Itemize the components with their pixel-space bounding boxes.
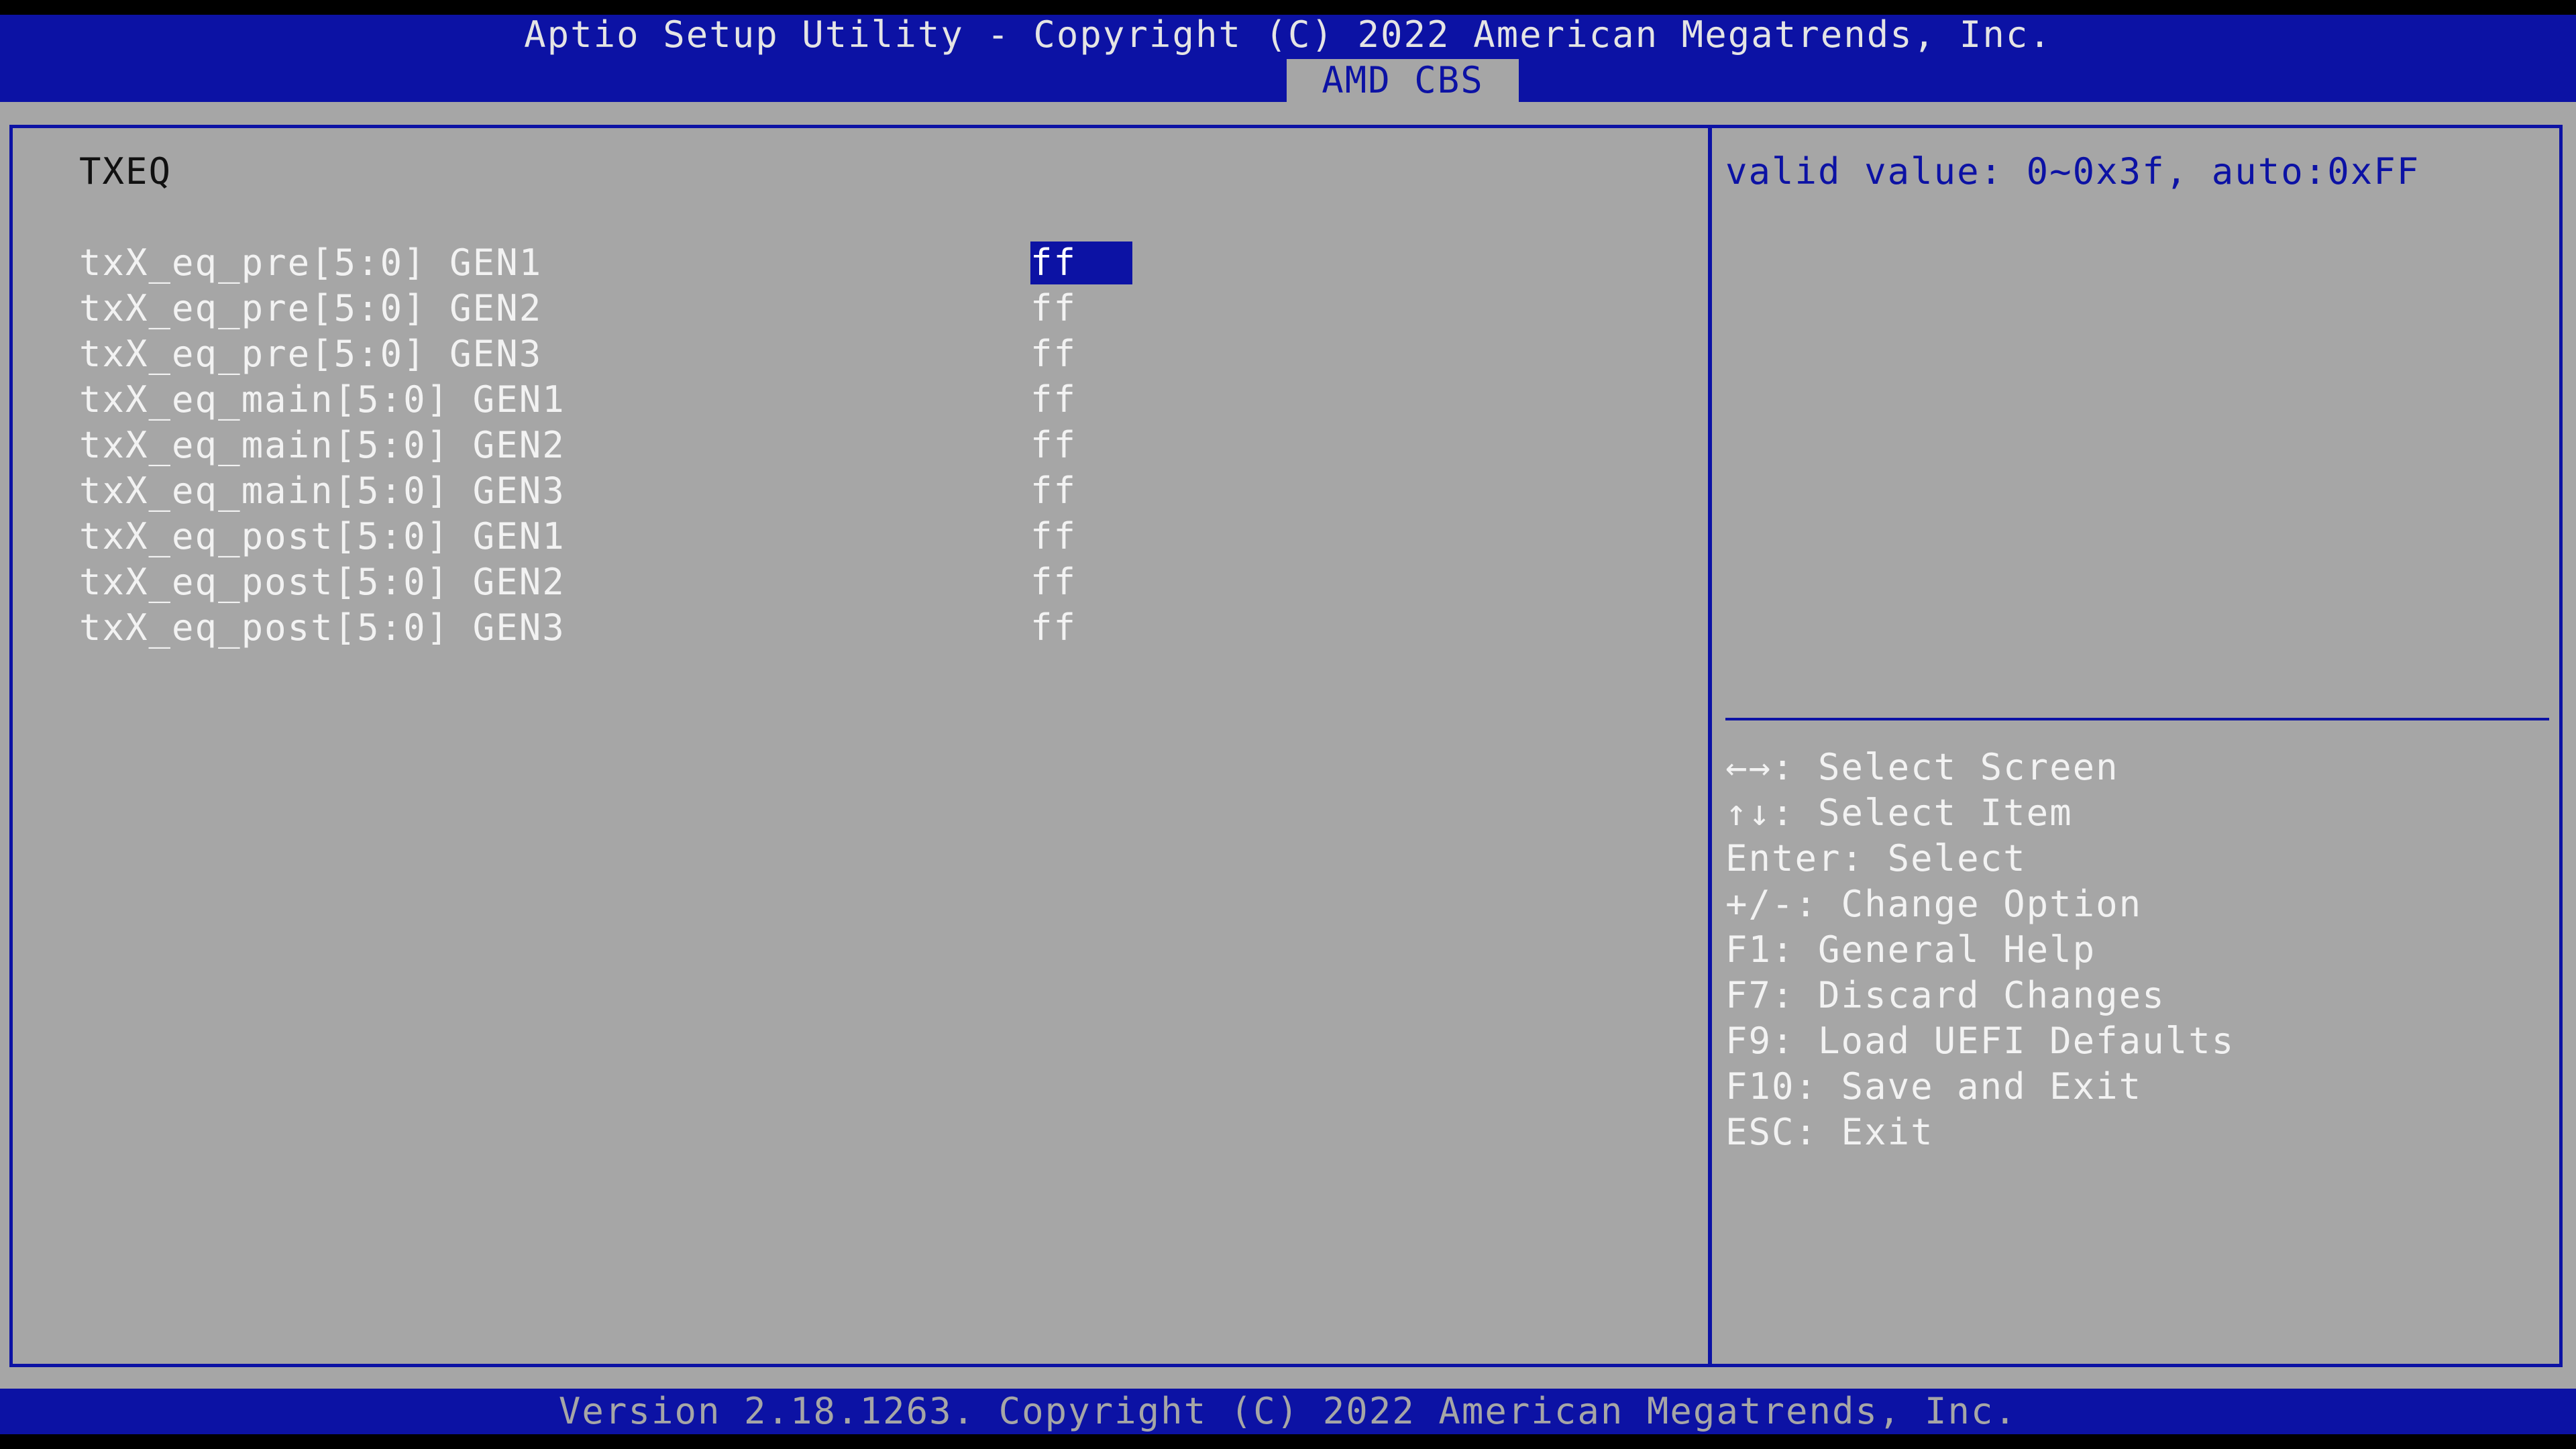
setting-label-eq-post-gen3[interactable]: txX_eq_post[5:0] GEN3: [79, 609, 566, 647]
key-hint-enter: Enter: Select: [1725, 837, 2027, 879]
tab-amd-cbs[interactable]: AMD CBS: [1287, 59, 1519, 102]
setting-value-eq-main-gen1[interactable]: ff: [1030, 378, 1132, 421]
section-title: TXEQ: [79, 150, 172, 193]
setting-label-eq-pre-gen2[interactable]: txX_eq_pre[5:0] GEN2: [79, 290, 542, 327]
setting-value-eq-main-gen2[interactable]: ff: [1030, 424, 1132, 467]
setting-value-eq-main-gen3[interactable]: ff: [1030, 470, 1132, 513]
setting-value-eq-post-gen1[interactable]: ff: [1030, 515, 1132, 558]
panel-divider: [1708, 125, 1712, 1367]
setting-label-eq-main-gen1[interactable]: txX_eq_main[5:0] GEN1: [79, 381, 566, 419]
key-hint-save-exit: F10: Save and Exit: [1725, 1065, 2143, 1108]
key-hint-select-screen: ←→: Select Screen: [1725, 746, 2119, 788]
setting-label-eq-pre-gen3[interactable]: txX_eq_pre[5:0] GEN3: [79, 335, 542, 373]
key-hint-discard-changes: F7: Discard Changes: [1725, 974, 2165, 1016]
setting-label-eq-post-gen2[interactable]: txX_eq_post[5:0] GEN2: [79, 564, 566, 601]
app-title: Aptio Setup Utility - Copyright (C) 2022…: [524, 13, 2052, 56]
setting-value-eq-post-gen2[interactable]: ff: [1030, 561, 1132, 604]
setting-value-eq-post-gen3[interactable]: ff: [1030, 606, 1132, 649]
setting-label-eq-main-gen3[interactable]: txX_eq_main[5:0] GEN3: [79, 472, 566, 510]
key-hint-change-option: +/-: Change Option: [1725, 883, 2143, 925]
setting-label-eq-post-gen1[interactable]: txX_eq_post[5:0] GEN1: [79, 518, 566, 555]
help-divider: [1725, 718, 2549, 720]
setting-label-eq-main-gen2[interactable]: txX_eq_main[5:0] GEN2: [79, 427, 566, 464]
setting-label-eq-pre-gen1[interactable]: txX_eq_pre[5:0] GEN1: [79, 244, 542, 282]
setting-value-eq-pre-gen2[interactable]: ff: [1030, 287, 1132, 330]
setting-value-eq-pre-gen3[interactable]: ff: [1030, 333, 1132, 376]
footer-version: Version 2.18.1263. Copyright (C) 2022 Am…: [558, 1390, 2018, 1432]
setting-value-eq-pre-gen1[interactable]: ff: [1030, 241, 1132, 284]
key-hint-esc-exit: ESC: Exit: [1725, 1111, 1934, 1153]
key-hint-load-defaults: F9: Load UEFI Defaults: [1725, 1020, 2235, 1062]
key-hint-general-help: F1: General Help: [1725, 928, 2096, 971]
help-description: valid value: 0~0x3f, auto:0xFF: [1725, 150, 2420, 193]
key-hint-select-item: ↑↓: Select Item: [1725, 792, 2073, 834]
